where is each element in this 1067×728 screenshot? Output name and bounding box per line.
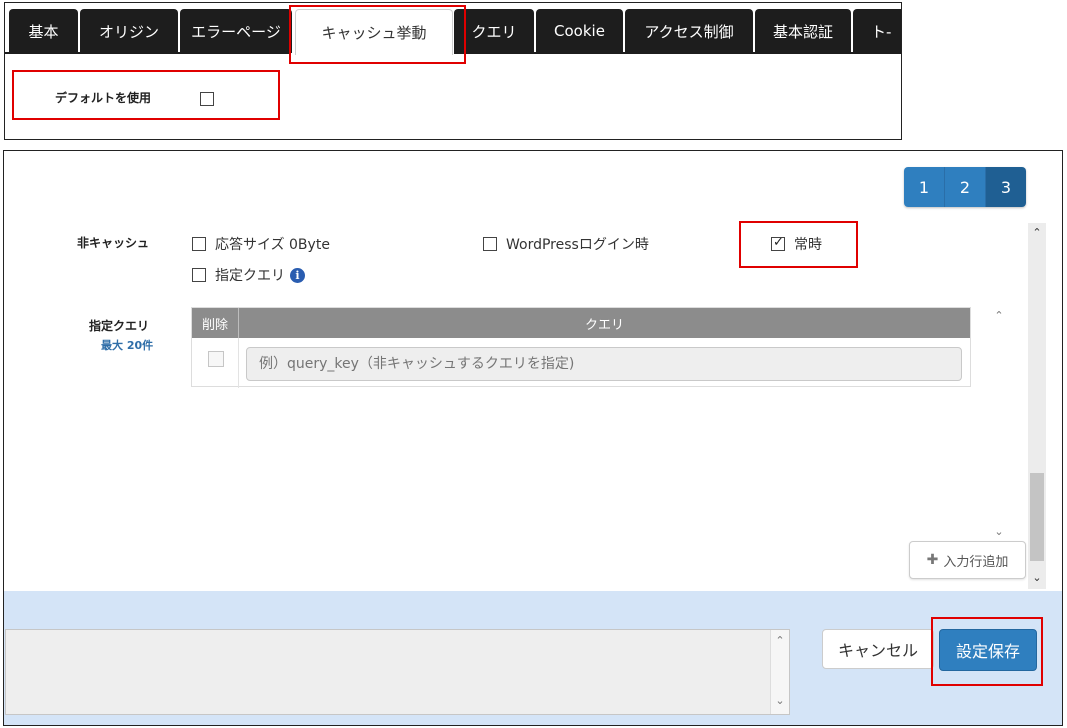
message-area-scrollbar[interactable]: ⌃ ⌄: [770, 630, 789, 714]
cache-behavior-panel: 1 2 3 非キャッシュ 応答サイズ 0Byte WordPressログイン時 …: [3, 150, 1063, 726]
pagination: 1 2 3: [904, 167, 1026, 207]
column-divider: [238, 338, 239, 388]
scroll-up-icon[interactable]: ⌃: [990, 309, 1008, 322]
panel-scrollbar[interactable]: ⌃ ⌄: [1028, 223, 1046, 589]
tab-basic-auth[interactable]: 基本認証: [755, 9, 851, 53]
scroll-up-icon[interactable]: ⌃: [771, 634, 789, 647]
tab-settings-panel: 基本 オリジン エラーページ キャッシュ挙動 クエリ Cookie アクセス制御…: [4, 2, 902, 140]
scroll-down-icon[interactable]: ⌄: [990, 525, 1008, 538]
specified-query-checkbox[interactable]: [192, 268, 206, 282]
tab-cache-behavior[interactable]: キャッシュ挙動: [295, 9, 453, 55]
non-cache-label: 非キャッシュ: [77, 236, 150, 250]
tab-basic[interactable]: 基本: [9, 9, 78, 53]
scroll-up-icon[interactable]: ⌃: [1028, 226, 1046, 239]
option-wordpress-login[interactable]: WordPressログイン時: [483, 234, 649, 254]
zero-byte-checkbox[interactable]: [192, 237, 206, 251]
specified-query-option-label: 指定クエリ: [215, 268, 285, 284]
page-button-1[interactable]: 1: [904, 167, 945, 207]
add-row-button[interactable]: ✚ 入力行追加: [909, 541, 1026, 579]
query-input[interactable]: [246, 347, 962, 381]
tab-cookie[interactable]: Cookie: [536, 9, 623, 53]
default-setting-label: デフォルトを使用: [55, 91, 152, 105]
query-table-header: 削除 クエリ: [192, 308, 970, 338]
column-header-query: クエリ: [584, 317, 624, 333]
cancel-button[interactable]: キャンセル: [822, 629, 934, 669]
always-label: 常時: [794, 237, 822, 253]
save-settings-button[interactable]: 設定保存: [939, 629, 1037, 671]
tab-bar: 基本 オリジン エラーページ キャッシュ挙動 クエリ Cookie アクセス制御…: [5, 3, 901, 55]
tab-query[interactable]: クエリ: [454, 9, 534, 53]
delete-row-checkbox[interactable]: [208, 351, 224, 367]
specified-query-label: 指定クエリ: [89, 319, 150, 333]
wordpress-login-label: WordPressログイン時: [506, 237, 649, 253]
column-header-delete: 削除: [192, 308, 239, 338]
max-count-label: 最大 20件: [101, 339, 154, 352]
scrollbar-thumb[interactable]: [1030, 473, 1044, 561]
tab-underline: [454, 52, 901, 54]
plus-icon: ✚: [926, 552, 939, 568]
page-button-2[interactable]: 2: [945, 167, 986, 207]
always-checkbox[interactable]: ✓: [771, 235, 785, 251]
default-setting-checkbox[interactable]: [200, 92, 214, 106]
page-button-3[interactable]: 3: [986, 167, 1026, 207]
query-table-scrollbar[interactable]: ⌃ ⌄: [990, 305, 1008, 543]
info-icon[interactable]: i: [290, 267, 305, 283]
add-row-label: 入力行追加: [943, 554, 1009, 570]
option-specified-query[interactable]: 指定クエリ i: [192, 265, 305, 285]
option-always[interactable]: ✓ 常時: [771, 234, 822, 254]
option-zero-byte[interactable]: 応答サイズ 0Byte: [192, 234, 330, 254]
tab-underline: [5, 52, 290, 54]
check-mark-icon: ✓: [773, 235, 784, 250]
tab-token[interactable]: ト-: [853, 9, 901, 53]
zero-byte-label: 応答サイズ 0Byte: [215, 237, 330, 253]
scroll-down-icon[interactable]: ⌄: [1028, 571, 1046, 584]
message-area[interactable]: ⌃ ⌄: [5, 629, 790, 715]
scroll-down-icon[interactable]: ⌄: [771, 694, 789, 707]
footer-bar: ⌃ ⌄ キャンセル 設定保存: [4, 591, 1062, 725]
query-table: 削除 クエリ: [191, 307, 971, 388]
tab-access-control[interactable]: アクセス制御: [625, 9, 753, 53]
tab-error-page[interactable]: エラーページ: [180, 9, 292, 53]
tab-origin[interactable]: オリジン: [80, 9, 178, 53]
wordpress-login-checkbox[interactable]: [483, 237, 497, 251]
